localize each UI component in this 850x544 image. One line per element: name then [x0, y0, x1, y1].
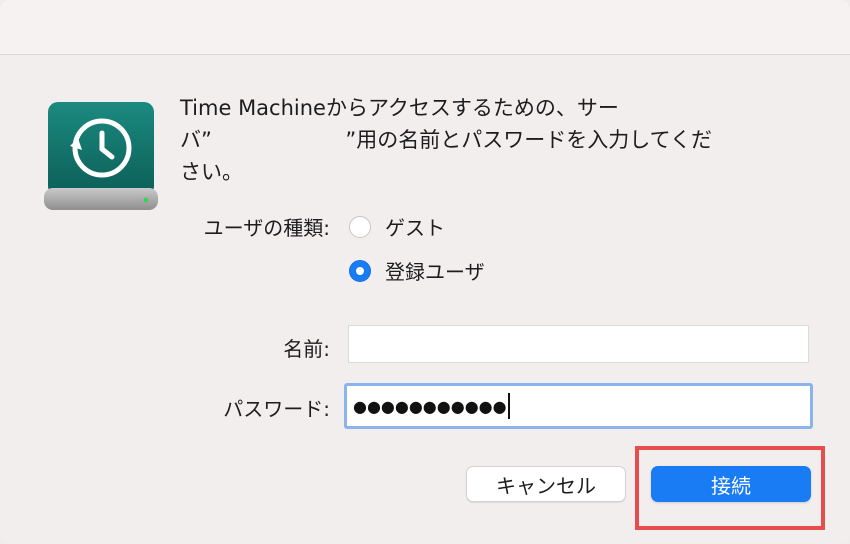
- dialog-message: Time Machineからアクセスするための、サー バ” ”用の名前とパスワー…: [180, 92, 820, 188]
- radio-guest[interactable]: ゲスト: [349, 212, 445, 241]
- name-label: 名前:: [283, 337, 330, 361]
- dialog-titlebar: [0, 0, 850, 55]
- time-machine-disk-icon: [42, 100, 160, 214]
- radio-registered-button[interactable]: [349, 259, 371, 282]
- user-type-label: ユーザの種類:: [203, 216, 330, 240]
- radio-registered-label: 登録ユーザ: [385, 260, 485, 284]
- password-field[interactable]: ●●●●●●●●●●●: [344, 383, 813, 429]
- radio-registered-user[interactable]: 登録ユーザ: [349, 256, 485, 285]
- time-machine-connect-dialog: Time Machineからアクセスするための、サー バ” ”用の名前とパスワー…: [0, 0, 850, 544]
- radio-guest-label: ゲスト: [385, 216, 445, 240]
- message-line-1: Time Machineからアクセスするための、サー: [180, 96, 619, 120]
- message-line-3: さい。: [180, 160, 243, 184]
- message-line-2: バ” ”用の名前とパスワードを入力してくだ: [180, 128, 713, 152]
- cancel-button[interactable]: キャンセル: [466, 466, 626, 502]
- radio-guest-button[interactable]: [349, 215, 371, 238]
- password-label: パスワード:: [223, 397, 330, 421]
- password-field-value: ●●●●●●●●●●●: [353, 396, 507, 416]
- name-field[interactable]: [348, 325, 809, 363]
- text-caret: [507, 393, 510, 419]
- annotation-highlight-box: [635, 446, 825, 530]
